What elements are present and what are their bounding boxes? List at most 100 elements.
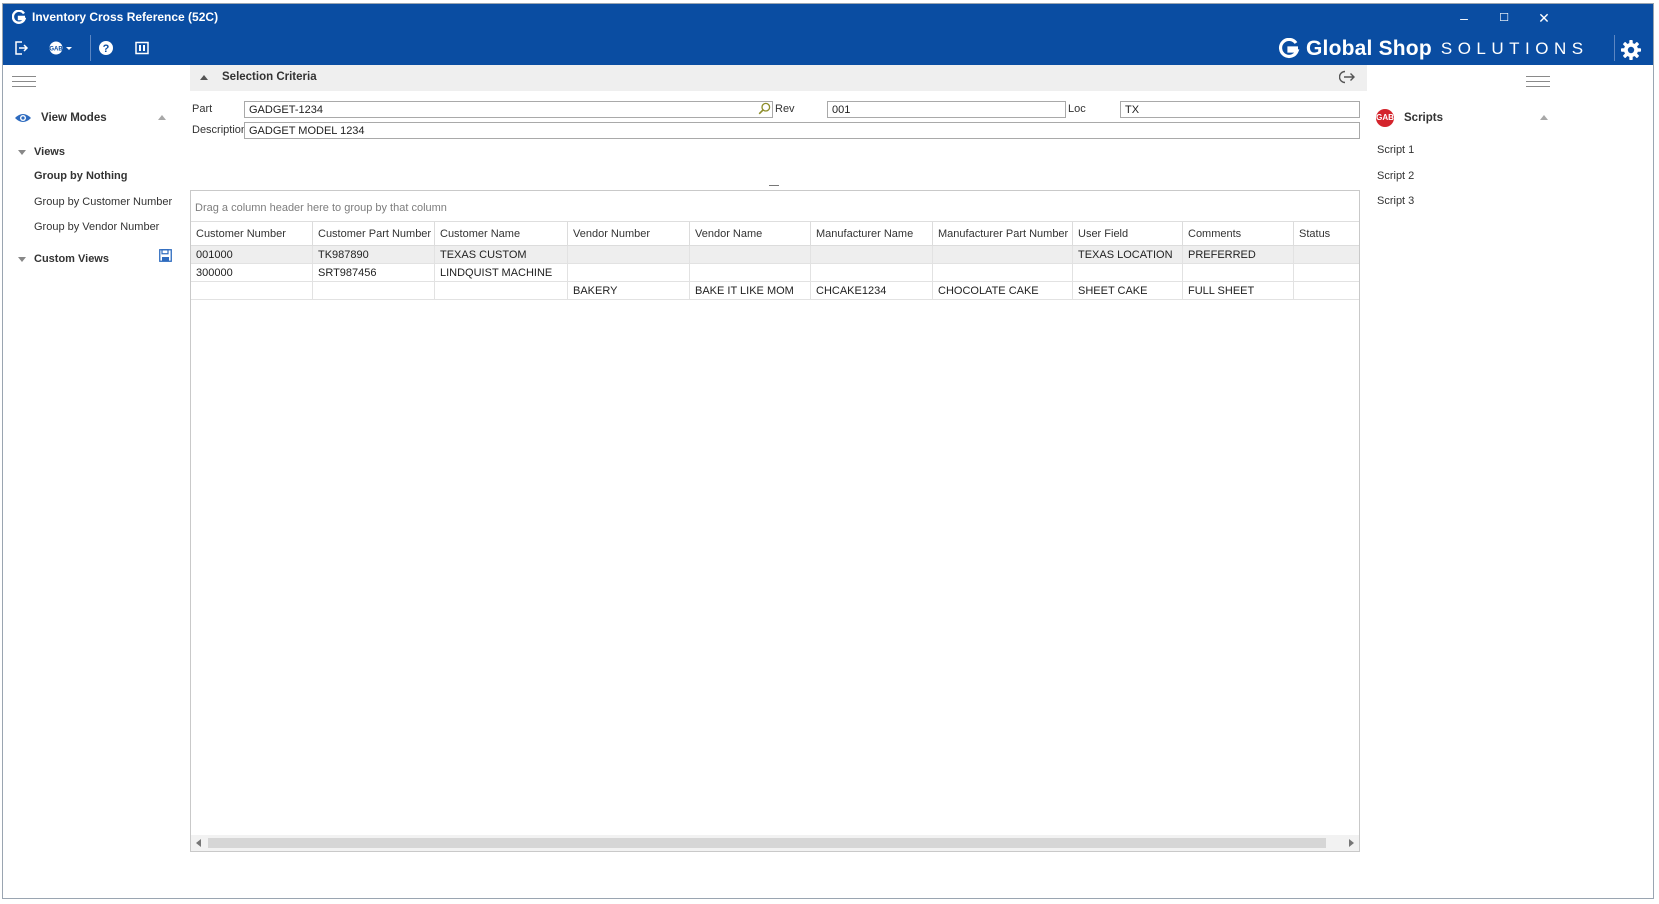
column-header-customer-name[interactable]: Customer Name [435,222,568,246]
table-cell[interactable] [568,246,690,264]
scripts-label: Scripts [1404,112,1443,124]
table-cell[interactable]: 001000 [191,246,313,264]
table-cell[interactable] [690,264,811,282]
brand-logo: Global Shop SOLUTIONS [1278,36,1589,62]
table-cell[interactable] [1294,264,1359,282]
global-shop-logo-icon [1278,38,1300,58]
table-cell[interactable] [435,282,568,300]
table-cell[interactable]: CHCAKE1234 [811,282,933,300]
minimize-button[interactable]: – [1444,7,1484,29]
column-header-vendor-number[interactable]: Vendor Number [568,222,690,246]
table-cell[interactable] [933,264,1073,282]
table-cell[interactable] [313,282,435,300]
gab-icon[interactable]: GAB [47,38,75,58]
scripts-collapse-icon[interactable] [1540,115,1548,120]
scrollbar-thumb[interactable] [208,838,1326,848]
view-modes-collapse-icon[interactable] [158,115,166,120]
title-bar: Inventory Cross Reference (52C) – ☐ ✕ GA… [3,4,1653,65]
app-window: Inventory Cross Reference (52C) – ☐ ✕ GA… [2,3,1654,899]
close-button[interactable]: ✕ [1524,7,1564,29]
table-cell[interactable] [568,264,690,282]
table-cell[interactable]: FULL SHEET [1183,282,1294,300]
table-cell[interactable]: SHEET CAKE [1073,282,1183,300]
description-input[interactable] [244,122,1360,139]
table-cell[interactable] [1294,246,1359,264]
pane-exit-icon[interactable] [1339,70,1355,84]
table-cell[interactable] [933,246,1073,264]
search-icon[interactable] [758,102,771,115]
gear-icon[interactable] [1620,39,1642,61]
table-cell[interactable]: BAKE IT LIKE MOM [690,282,811,300]
script-item-3[interactable]: Script 3 [1377,195,1414,207]
eye-icon [15,114,31,122]
right-pane: GAB Scripts Script 1 Script 2 Script 3 [1367,65,1555,898]
rev-input[interactable] [827,101,1066,118]
window-title: Inventory Cross Reference (52C) [32,10,219,24]
selection-criteria-collapse-icon[interactable] [200,75,208,80]
column-header-vendor-name[interactable]: Vendor Name [690,222,811,246]
table-cell[interactable]: CHOCOLATE CAKE [933,282,1073,300]
scroll-left-icon[interactable] [196,839,201,847]
custom-views-label[interactable]: Custom Views [34,253,109,265]
part-label: Part [192,103,213,115]
table-cell[interactable] [1073,264,1183,282]
right-pane-menu-icon[interactable] [1526,76,1550,88]
svg-text:GAB: GAB [49,47,63,53]
maximize-button[interactable]: ☐ [1484,7,1524,29]
table-cell[interactable] [811,264,933,282]
table-cell[interactable]: PREFERRED [1183,246,1294,264]
brand-separator [1614,35,1615,61]
scroll-right-icon[interactable] [1349,839,1354,847]
view-group-by-customer-number[interactable]: Group by Customer Number [34,196,172,208]
table-cell[interactable] [690,246,811,264]
script-item-1[interactable]: Script 1 [1377,144,1414,156]
column-header-customer-number[interactable]: Customer Number [191,222,313,246]
table-cell[interactable]: LINDQUIST MACHINE [435,264,568,282]
table-cell[interactable] [811,246,933,264]
part-input[interactable] [244,101,773,118]
horizontal-scrollbar[interactable] [191,835,1359,851]
table-cell[interactable] [1183,264,1294,282]
table-cell[interactable] [1294,282,1359,300]
column-header-customer-part-number[interactable]: Customer Part Number [313,222,435,246]
custom-views-expand-icon[interactable] [18,257,26,262]
app-logo-icon [12,10,26,24]
cross-reference-grid: Drag a column header here to group by th… [190,190,1360,852]
table-cell[interactable]: TEXAS LOCATION [1073,246,1183,264]
view-modes-label: View Modes [41,112,107,124]
views-expand-icon[interactable] [18,150,26,155]
column-header-user-field[interactable]: User Field [1073,222,1183,246]
table-cell[interactable]: TEXAS CUSTOM [435,246,568,264]
table-cell[interactable] [191,282,313,300]
loc-label: Loc [1068,103,1086,115]
svg-text:?: ? [103,43,110,55]
help-icon[interactable]: ? [95,38,117,58]
view-group-by-nothing[interactable]: Group by Nothing [34,170,127,182]
brand-tagline: SOLUTIONS [1440,39,1589,58]
column-header-comments[interactable]: Comments [1183,222,1294,246]
view-group-by-vendor-number[interactable]: Group by Vendor Number [34,221,159,233]
rev-label: Rev [775,103,795,115]
views-label[interactable]: Views [34,146,65,158]
brand-name: Global Shop [1306,37,1432,60]
loc-input[interactable] [1120,101,1360,118]
left-pane-menu-icon[interactable] [12,76,36,88]
table-cell[interactable]: 300000 [191,264,313,282]
layout-icon[interactable] [131,38,153,58]
description-label: Description [192,124,248,136]
exit-icon[interactable] [10,38,32,58]
selection-criteria-title: Selection Criteria [222,71,317,83]
save-icon[interactable] [159,249,172,262]
table-cell[interactable]: BAKERY [568,282,690,300]
gab-scripts-icon: GAB [1376,109,1394,127]
column-header-status[interactable]: Status [1294,222,1359,246]
column-header-manufacturer-part-number[interactable]: Manufacturer Part Number [933,222,1073,246]
left-pane: View Modes Views Group by Nothing Group … [3,65,188,898]
table-cell[interactable]: TK987890 [313,246,435,264]
table-cell[interactable]: SRT987456 [313,264,435,282]
script-item-2[interactable]: Script 2 [1377,170,1414,182]
splitter-handle[interactable] [769,185,779,186]
column-header-manufacturer-name[interactable]: Manufacturer Name [811,222,933,246]
group-by-panel[interactable]: Drag a column header here to group by th… [191,191,1359,222]
selection-criteria-header[interactable]: Selection Criteria [190,65,1367,91]
